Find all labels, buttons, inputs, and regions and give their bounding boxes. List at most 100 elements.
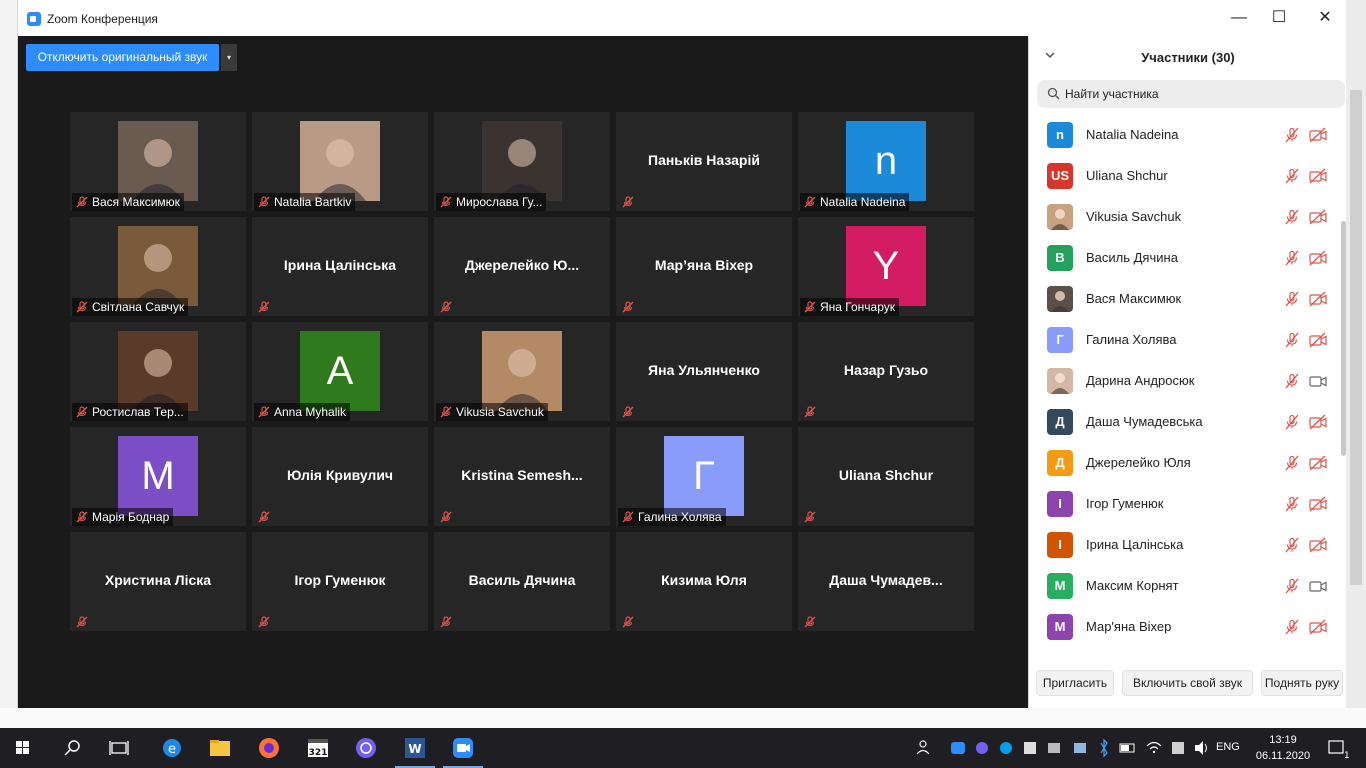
video-tile[interactable]: Y Яна Гончарук: [798, 217, 974, 316]
camera-off-icon[interactable]: [1308, 209, 1328, 230]
original-sound-dropdown[interactable]: ▾: [221, 44, 237, 71]
word-icon[interactable]: W: [393, 728, 437, 768]
camera-off-icon[interactable]: [1308, 332, 1328, 353]
file-explorer-icon[interactable]: [198, 728, 242, 768]
search-icon[interactable]: [50, 728, 94, 768]
video-tile[interactable]: Uliana Shchur: [798, 427, 974, 526]
video-tile[interactable]: Ірина Цалінська: [252, 217, 428, 316]
video-tile[interactable]: A Anna Myhalik: [252, 322, 428, 421]
video-tile[interactable]: Вася Максимюк: [70, 112, 246, 211]
camera-off-icon[interactable]: [1308, 455, 1328, 476]
video-tile[interactable]: n Natalia Nadeina: [798, 112, 974, 211]
video-tile[interactable]: Кизима Юля: [616, 532, 792, 631]
zoom-tray-icon[interactable]: [948, 728, 968, 768]
raise-hand-button[interactable]: Поднять руку: [1261, 670, 1343, 696]
camera-off-icon[interactable]: [1308, 250, 1328, 271]
participant-row[interactable]: І Ірина Цалінська: [1029, 524, 1339, 565]
participant-row[interactable]: n Natalia Nadeina: [1029, 114, 1339, 155]
camera-off-icon[interactable]: [1308, 537, 1328, 558]
participant-row[interactable]: М Максим Корнят: [1029, 565, 1339, 606]
muted-mic-icon[interactable]: [1284, 250, 1300, 271]
tray-app-icon[interactable]: [1020, 728, 1040, 768]
participant-row[interactable]: М Мар'яна Віхер: [1029, 606, 1339, 647]
camera-off-icon[interactable]: [1308, 619, 1328, 640]
original-sound-button[interactable]: Отключить оригинальный звук: [26, 44, 219, 71]
video-tile[interactable]: Г Галина Холява: [616, 427, 792, 526]
muted-mic-icon[interactable]: [1284, 291, 1300, 312]
participant-row[interactable]: US Uliana Shchur: [1029, 155, 1339, 196]
clock[interactable]: 13:19 06.11.2020: [1254, 732, 1312, 764]
muted-mic-icon[interactable]: [1284, 373, 1300, 394]
participant-row[interactable]: Г Галина Холява: [1029, 319, 1339, 360]
notifications-icon[interactable]: 1: [1322, 728, 1352, 768]
participant-row[interactable]: Д Даша Чумадевська: [1029, 401, 1339, 442]
video-tile[interactable]: Natalia Bartkiv: [252, 112, 428, 211]
video-tile[interactable]: Назар Гузьо: [798, 322, 974, 421]
muted-mic-icon[interactable]: [1284, 414, 1300, 435]
participant-row[interactable]: Вася Максимюк: [1029, 278, 1339, 319]
participant-row[interactable]: Vikusia Savchuk: [1029, 196, 1339, 237]
viber-icon[interactable]: [344, 728, 388, 768]
muted-mic-icon[interactable]: [1284, 496, 1300, 517]
video-tile[interactable]: Світлана Савчук: [70, 217, 246, 316]
unmute-self-button[interactable]: Включить свой звук: [1122, 670, 1253, 696]
video-tile[interactable]: Василь Дячина: [434, 532, 610, 631]
skype-tray-icon[interactable]: [996, 728, 1016, 768]
video-tile[interactable]: Джерелейко Ю...: [434, 217, 610, 316]
maximize-button[interactable]: ☐: [1259, 6, 1299, 30]
tray-app-icon-2[interactable]: [1044, 728, 1064, 768]
participant-row[interactable]: І Ігор Гуменюк: [1029, 483, 1339, 524]
muted-mic-icon[interactable]: [1284, 209, 1300, 230]
camera-icon[interactable]: [1308, 373, 1328, 394]
video-tile[interactable]: Ростислав Тер...: [70, 322, 246, 421]
video-tile[interactable]: Яна Ульянченко: [616, 322, 792, 421]
invite-button[interactable]: Пригласить: [1036, 670, 1114, 696]
tray-app-icon-3[interactable]: [1070, 728, 1090, 768]
muted-mic-icon[interactable]: [1284, 578, 1300, 599]
camera-off-icon[interactable]: [1308, 496, 1328, 517]
camera-off-icon[interactable]: [1308, 291, 1328, 312]
start-button[interactable]: [0, 728, 44, 768]
muted-mic-icon[interactable]: [1284, 168, 1300, 189]
close-button[interactable]: ✕: [1305, 6, 1345, 30]
input-language[interactable]: ENG: [1216, 741, 1240, 753]
participant-row[interactable]: Дарина Андросюк: [1029, 360, 1339, 401]
camera-off-icon[interactable]: [1308, 168, 1328, 189]
muted-mic-icon[interactable]: [1284, 455, 1300, 476]
edge-icon[interactable]: e: [150, 728, 194, 768]
calendar-app-icon[interactable]: 321: [296, 728, 340, 768]
participant-row[interactable]: Д Джерелейко Юля: [1029, 442, 1339, 483]
participant-row[interactable]: В Василь Дячина: [1029, 237, 1339, 278]
people-icon[interactable]: [912, 728, 936, 768]
tray-app-icon-4[interactable]: [1168, 728, 1188, 768]
muted-mic-icon[interactable]: [1284, 332, 1300, 353]
video-tile[interactable]: Паньків Назарій: [616, 112, 792, 211]
bluetooth-icon[interactable]: [1096, 728, 1112, 768]
battery-icon[interactable]: [1118, 728, 1138, 768]
muted-mic-icon[interactable]: [1284, 619, 1300, 640]
viber-tray-icon[interactable]: [972, 728, 992, 768]
zoom-taskbar-icon[interactable]: [441, 728, 485, 768]
minimize-button[interactable]: —: [1219, 6, 1259, 30]
camera-off-icon[interactable]: [1308, 414, 1328, 435]
camera-off-icon[interactable]: [1308, 127, 1328, 148]
video-tile[interactable]: Ігор Гуменюк: [252, 532, 428, 631]
muted-mic-icon[interactable]: [1284, 127, 1300, 148]
panel-scrollbar[interactable]: [1341, 221, 1346, 456]
video-tile[interactable]: Христина Ліска: [70, 532, 246, 631]
video-tile[interactable]: Kristina Semesh...: [434, 427, 610, 526]
video-tile[interactable]: Юлія Кривулич: [252, 427, 428, 526]
participant-search[interactable]: Найти участника: [1037, 80, 1345, 108]
video-tile[interactable]: M Марія Боднар: [70, 427, 246, 526]
muted-mic-icon[interactable]: [1284, 537, 1300, 558]
video-tile[interactable]: Vikusia Savchuk: [434, 322, 610, 421]
camera-icon[interactable]: [1308, 578, 1328, 599]
video-tile[interactable]: Даша Чумадев...: [798, 532, 974, 631]
video-tile[interactable]: Мар’яна Віхер: [616, 217, 792, 316]
video-tile[interactable]: Мирослава Гу...: [434, 112, 610, 211]
volume-icon[interactable]: [1192, 728, 1212, 768]
wifi-icon[interactable]: [1144, 728, 1164, 768]
firefox-icon[interactable]: [247, 728, 291, 768]
task-view-icon[interactable]: [97, 728, 141, 768]
search-input[interactable]: Найти участника: [1065, 87, 1159, 101]
